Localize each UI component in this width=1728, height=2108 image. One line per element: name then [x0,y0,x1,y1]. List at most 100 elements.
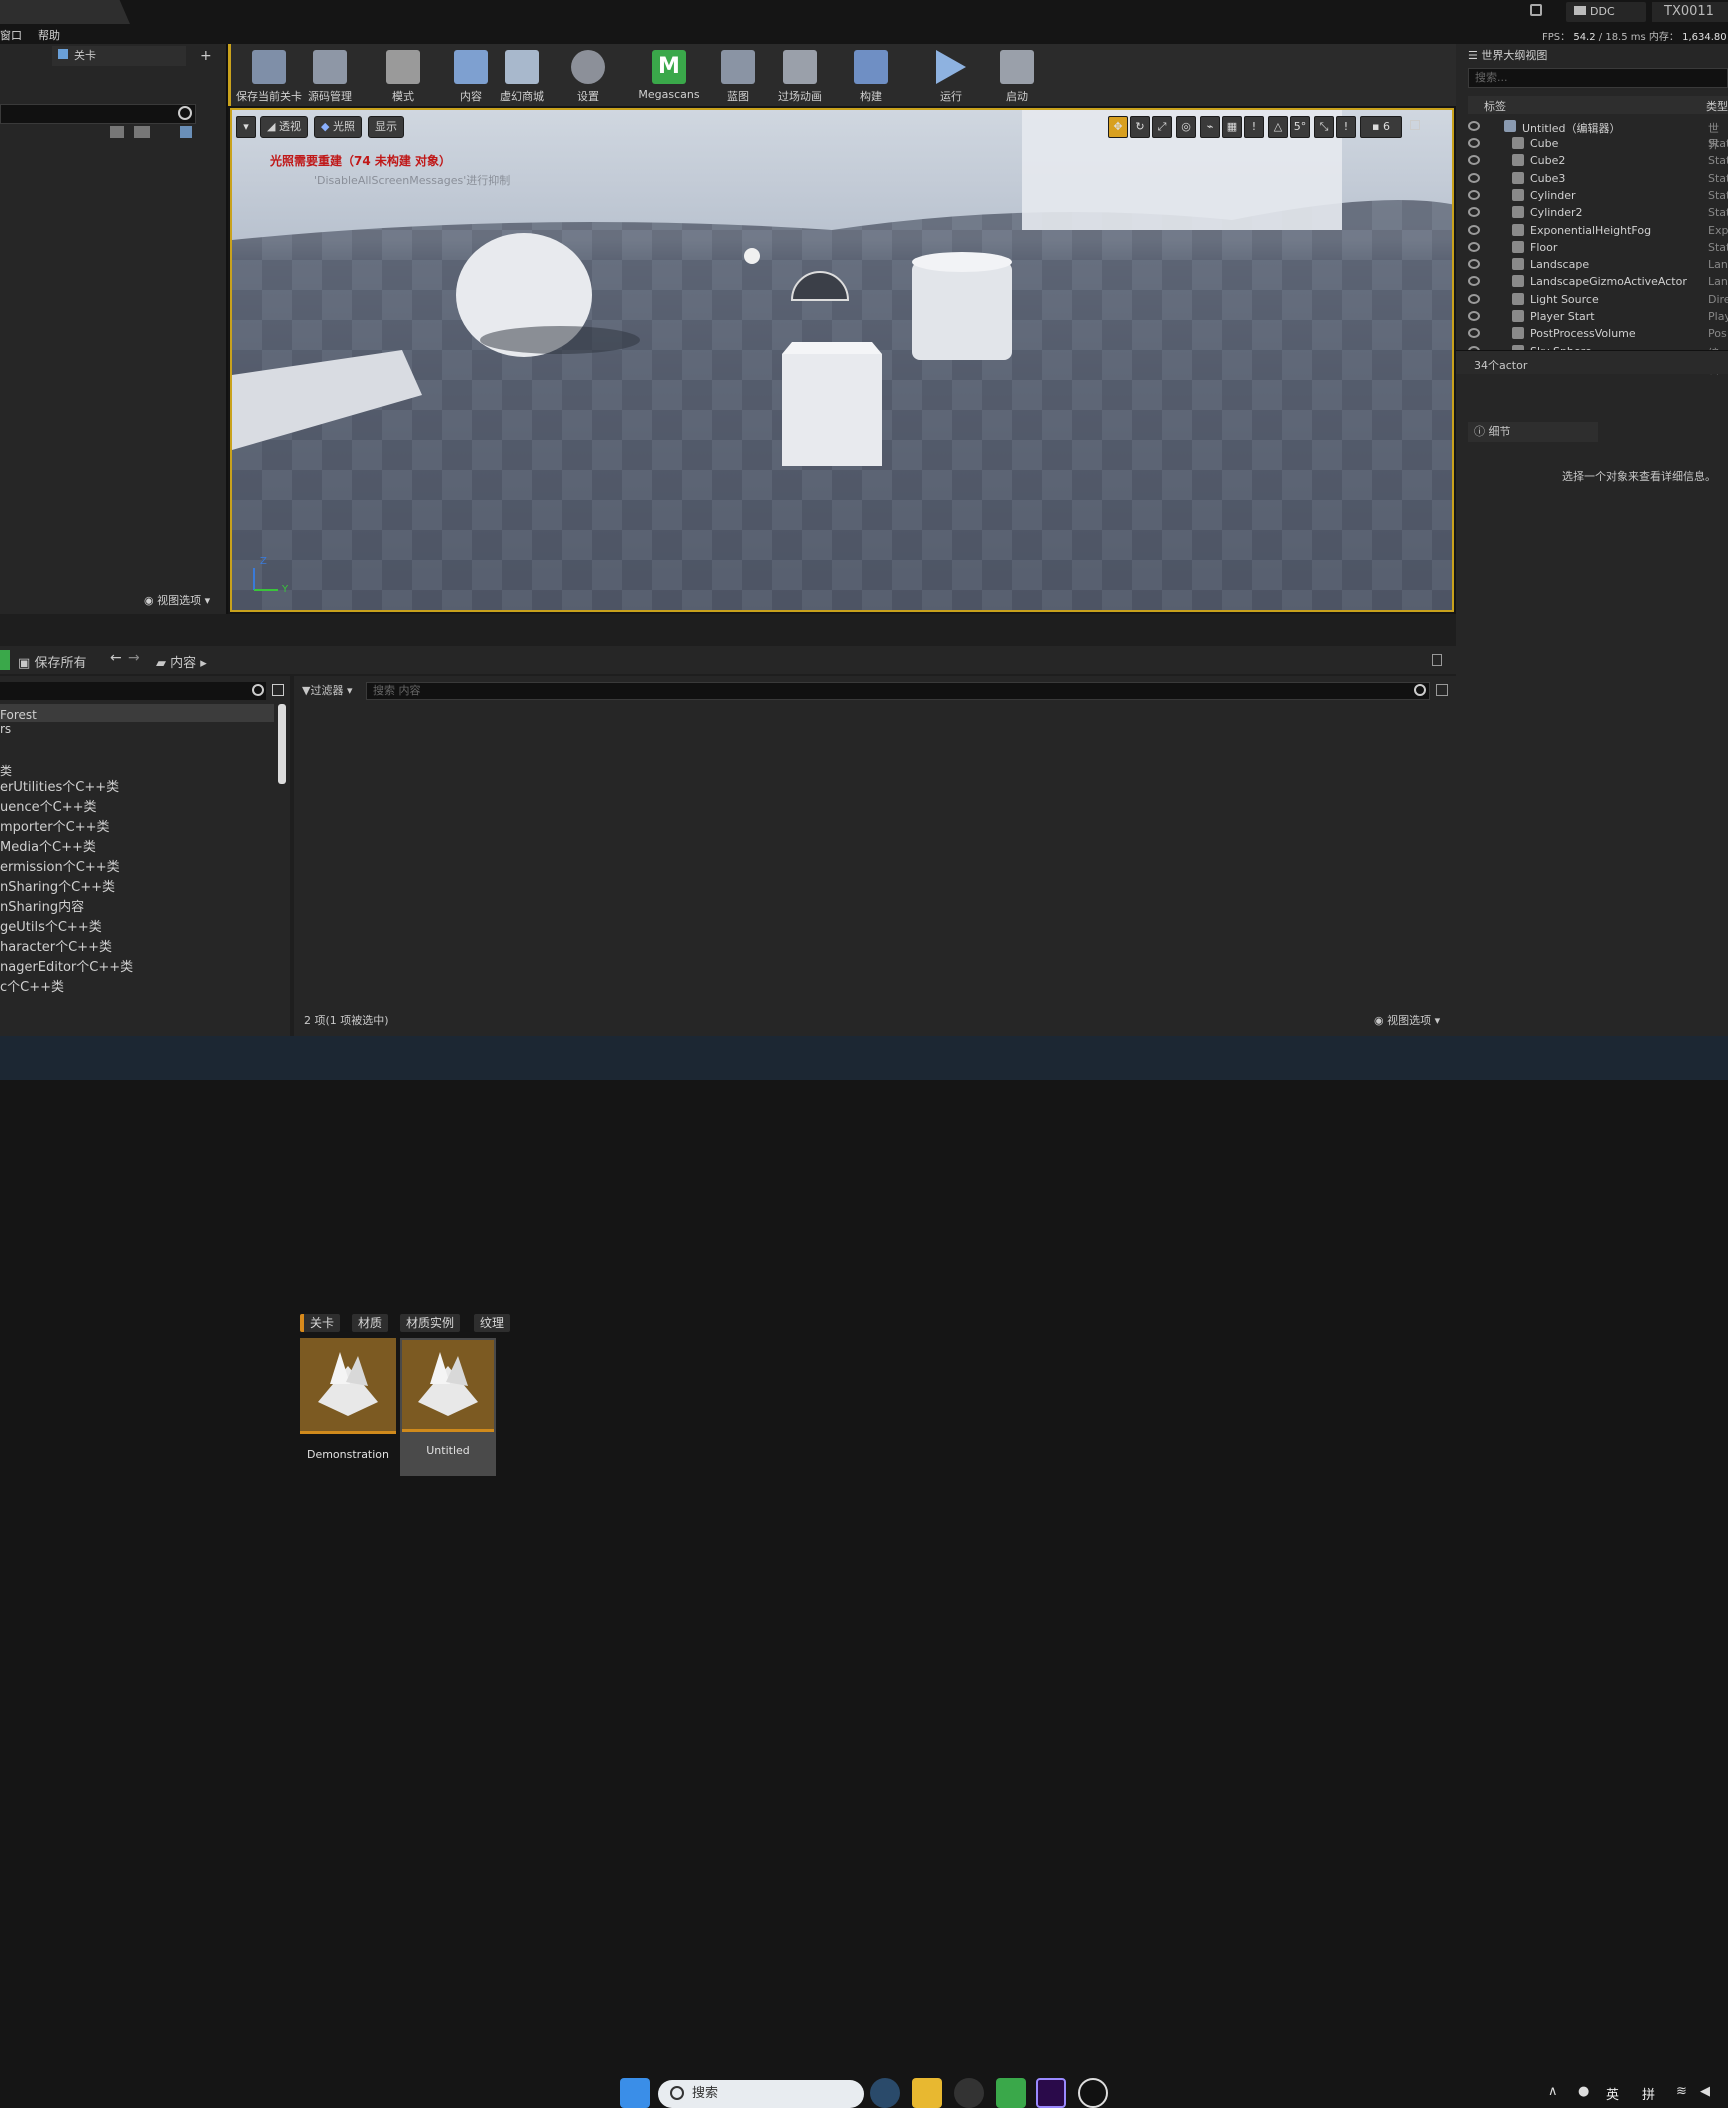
visibility-icon[interactable] [1468,189,1480,200]
outliner-row[interactable]: Floor Stat [1456,239,1728,256]
outliner-row[interactable]: LandscapeGizmoActiveActor Lan [1456,273,1728,290]
toolbar-blueprint-button[interactable]: 蓝图 [703,50,773,104]
file-explorer-icon[interactable] [912,2078,942,2108]
premiere-icon[interactable] [1036,2078,1066,2108]
volume-icon[interactable]: ◀ [1700,2084,1710,2099]
cylinder-mesh[interactable] [912,262,1012,360]
light-source-icon[interactable] [744,248,760,264]
folder-item[interactable]: nagerEditor个C++类 [0,956,133,975]
steam-icon[interactable] [870,2078,900,2108]
save-level-icon[interactable] [180,126,192,138]
toolbar-modes-button[interactable]: 模式 [368,50,438,104]
content-search-input[interactable]: 搜索 内容 [366,682,1430,700]
back-arrow-icon[interactable]: ← [110,650,122,666]
folder-item[interactable]: haracter个C++类 [0,936,112,955]
toolbar-launch-button[interactable]: 启动 [982,50,1052,104]
outliner-tab[interactable]: ☰ 世界大纲视图 [1468,46,1618,66]
tree-options-icon[interactable] [272,684,284,696]
rotation-snap-value[interactable]: 5° [1290,116,1310,138]
maximize-viewport-icon[interactable] [1410,120,1420,130]
rotation-snap-icon[interactable]: △ [1268,116,1288,138]
folder-selected-row[interactable] [0,704,274,722]
save-search-icon[interactable] [1436,684,1448,696]
toolbar-build-button[interactable]: 构建 [836,50,906,104]
outliner-row[interactable]: ExponentialHeightFog Exp [1456,222,1728,239]
tray-arrow-icon[interactable]: ∧ [1548,2084,1558,2099]
rotate-tool-icon[interactable]: ↻ [1130,116,1150,138]
grid-size-button[interactable]: ! [1244,116,1264,138]
folder-item[interactable]: geUtils个C++类 [0,916,102,935]
start-icon[interactable] [620,2078,650,2108]
taskbar-search[interactable]: 搜索 [658,2080,864,2108]
content-view-options[interactable]: ◉ 视图选项 ▾ [1374,1012,1440,1028]
outliner-row[interactable]: Cube Stat [1456,135,1728,152]
outliner-row[interactable]: Light Source Dire [1456,291,1728,308]
level-tab[interactable]: 关卡 [52,46,186,66]
outliner-row[interactable]: Landscape Lan [1456,256,1728,273]
details-tab[interactable]: ⓘ 细节 [1468,422,1598,442]
visibility-icon[interactable] [1468,172,1480,183]
translate-tool-icon[interactable]: ✥ [1108,116,1128,138]
toolbar-megascans-button[interactable]: M Megascans [634,50,704,101]
folder-item[interactable]: Forest [0,708,37,722]
folder-item[interactable]: nSharing内容 [0,896,84,915]
visibility-icon[interactable] [1468,138,1480,148]
filter-chip-level[interactable]: 关卡 [300,1314,341,1332]
visibility-icon[interactable] [1468,121,1480,131]
folder-item[interactable]: mporter个C++类 [0,816,110,835]
visibility-icon[interactable] [1468,207,1480,218]
notification-icon[interactable] [1530,4,1542,16]
col-type[interactable]: 类型 [1706,98,1728,114]
show-button[interactable]: 显示 [368,116,404,138]
tree-scrollbar[interactable] [278,704,286,784]
filter-chip-texture[interactable]: 纹理 [474,1314,511,1332]
window-tab[interactable] [0,0,130,24]
obs-icon[interactable] [954,2078,984,2108]
world-space-icon[interactable]: ◎ [1176,116,1196,138]
lock-icon[interactable] [1432,654,1442,666]
folder-item[interactable]: ermission个C++类 [0,856,120,875]
outliner-row[interactable]: PostProcessVolume Pos [1456,325,1728,342]
toolbar-settings-button[interactable]: 设置 [553,50,623,104]
toolbar-cinematics-button[interactable]: 过场动画 [765,50,835,104]
camera-speed-button[interactable]: ▪ 6 [1360,116,1402,138]
folder-item[interactable]: uence个C++类 [0,796,97,815]
outliner-root-row[interactable]: Untitled（编辑器） 世界 [1456,118,1728,151]
scale-tool-icon[interactable]: ⤢ [1152,116,1172,138]
level-viewport[interactable]: ▾ ◢ 透视 ◆ 光照 显示 ✥ ↻ ⤢ ◎ ⌁ ▦ ! △ 5° ⤡ ! ▪ … [230,108,1454,612]
add-new-button[interactable] [0,650,10,670]
add-level-icon[interactable]: + [200,48,216,64]
unreal-engine-icon[interactable] [1078,2078,1108,2108]
outliner-row[interactable]: Cylinder2 Stat [1456,204,1728,221]
visibility-icon[interactable] [1468,224,1480,235]
toolbar-marketplace-button[interactable]: 虚幻商城 [487,50,557,104]
asset-tile-selected[interactable]: Untitled [400,1338,496,1476]
megascans-taskbar-icon[interactable] [996,2078,1026,2108]
cube-mesh[interactable] [782,354,882,466]
forward-arrow-icon[interactable]: → [128,650,140,666]
microphone-icon[interactable]: ● [1578,2084,1589,2099]
folder-item[interactable]: rs [0,722,11,736]
visibility-icon[interactable] [1468,311,1480,321]
lit-button[interactable]: ◆ 光照 [314,116,362,138]
save-all-button[interactable]: ▣ 保存所有 [18,652,86,671]
filter-chip-material[interactable]: 材质 [352,1314,389,1332]
outliner-row[interactable]: Cylinder Stat [1456,187,1728,204]
toolbar-save-button[interactable]: 保存当前关卡 [234,50,304,104]
asset-tile[interactable]: Demonstration [300,1338,396,1476]
left-view-options[interactable]: ◉ 视图选项 ▾ [144,592,210,608]
gamepad-icon[interactable] [134,126,150,138]
level-search-input[interactable] [0,104,196,124]
level-option-icon[interactable] [110,126,124,138]
wifi-icon[interactable]: ≋ [1676,2084,1687,2099]
menu-help[interactable]: 帮助 [38,27,60,43]
toolbar-source-control-button[interactable]: 源码管理 [295,50,365,104]
visibility-icon[interactable] [1468,293,1480,304]
folder-item[interactable]: erUtilities个C++类 [0,776,119,795]
viewport-menu-button[interactable]: ▾ [236,116,256,138]
visibility-icon[interactable] [1468,276,1480,287]
ddc-indicator[interactable]: DDC [1566,2,1646,22]
scale-snap-icon[interactable]: ⤡ [1314,116,1334,138]
outliner-row[interactable]: Cube3 Stat [1456,170,1728,187]
toolbar-play-button[interactable]: 运行 [916,50,986,104]
